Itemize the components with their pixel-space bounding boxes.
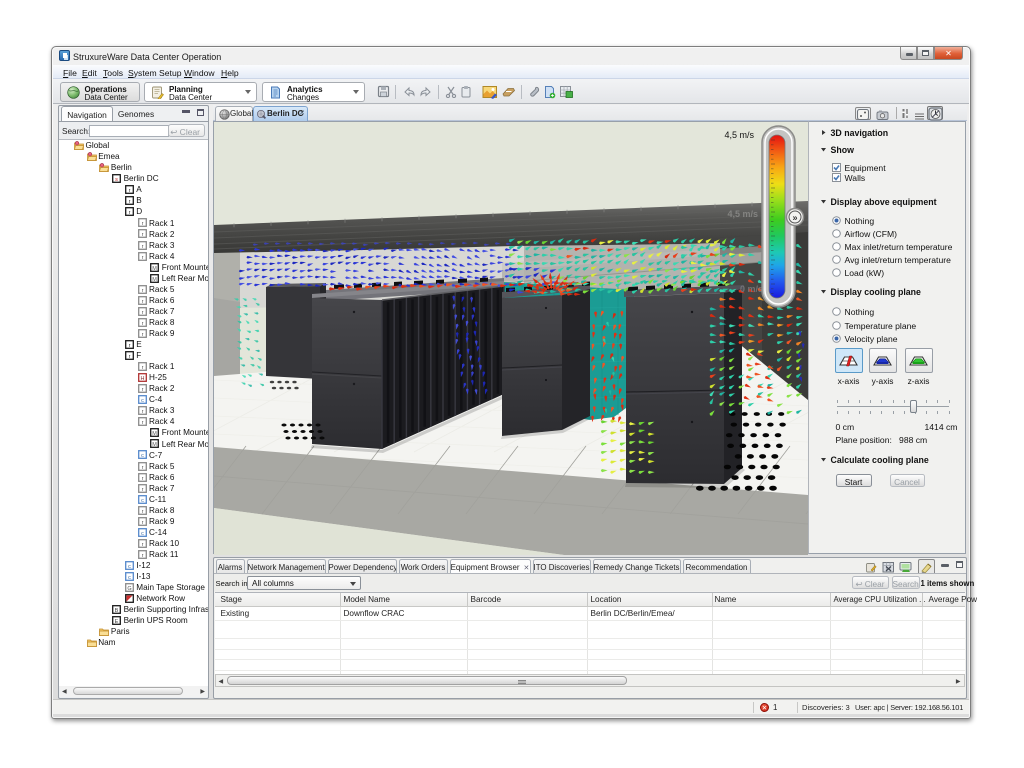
svg-text:r: r bbox=[141, 243, 143, 249]
svg-text:r: r bbox=[141, 542, 143, 548]
svg-text:r: r bbox=[141, 508, 143, 514]
svg-text:E: E bbox=[115, 619, 119, 625]
svg-text:r: r bbox=[141, 310, 143, 316]
svg-text:r: r bbox=[141, 486, 143, 492]
svg-text:r: r bbox=[128, 354, 130, 360]
svg-text:r: r bbox=[128, 343, 130, 349]
svg-text:r: r bbox=[141, 464, 143, 470]
svg-text:r: r bbox=[141, 420, 143, 426]
svg-text:M: M bbox=[152, 442, 157, 448]
svg-text:r: r bbox=[141, 519, 143, 525]
svg-text:M: M bbox=[152, 265, 157, 271]
svg-text:4,5 m/s: 4,5 m/s bbox=[724, 130, 754, 140]
svg-text:r: r bbox=[141, 298, 143, 304]
svg-text:r: r bbox=[141, 387, 143, 393]
svg-text:r: r bbox=[141, 221, 143, 227]
svg-text:c: c bbox=[141, 398, 144, 404]
svg-text:M: M bbox=[152, 276, 157, 282]
svg-text:c: c bbox=[128, 564, 131, 570]
svg-text:r: r bbox=[141, 553, 143, 559]
svg-text:H: H bbox=[140, 376, 144, 382]
svg-text:4,5 m/s: 4,5 m/s bbox=[727, 209, 758, 219]
svg-text:0 m/s: 0 m/s bbox=[739, 284, 762, 294]
svg-text:r: r bbox=[141, 475, 143, 481]
svg-text:s: s bbox=[115, 177, 118, 183]
svg-text:r: r bbox=[141, 332, 143, 338]
svg-text:»: » bbox=[792, 212, 797, 222]
svg-text:r: r bbox=[128, 210, 130, 216]
svg-text:M: M bbox=[152, 431, 157, 437]
svg-text:G: G bbox=[127, 586, 131, 592]
svg-text:r: r bbox=[141, 254, 143, 260]
svg-text:r: r bbox=[141, 365, 143, 371]
svg-text:r: r bbox=[141, 287, 143, 293]
svg-text:r: r bbox=[128, 188, 130, 194]
svg-text:r: r bbox=[141, 232, 143, 238]
svg-text:r: r bbox=[141, 409, 143, 415]
svg-text:c: c bbox=[141, 497, 144, 503]
svg-text:c: c bbox=[128, 575, 131, 581]
svg-text:c: c bbox=[141, 531, 144, 537]
svg-text:B: B bbox=[115, 608, 119, 614]
svg-text:c: c bbox=[141, 453, 144, 459]
svg-text:r: r bbox=[128, 199, 130, 205]
svg-text:r: r bbox=[141, 321, 143, 327]
